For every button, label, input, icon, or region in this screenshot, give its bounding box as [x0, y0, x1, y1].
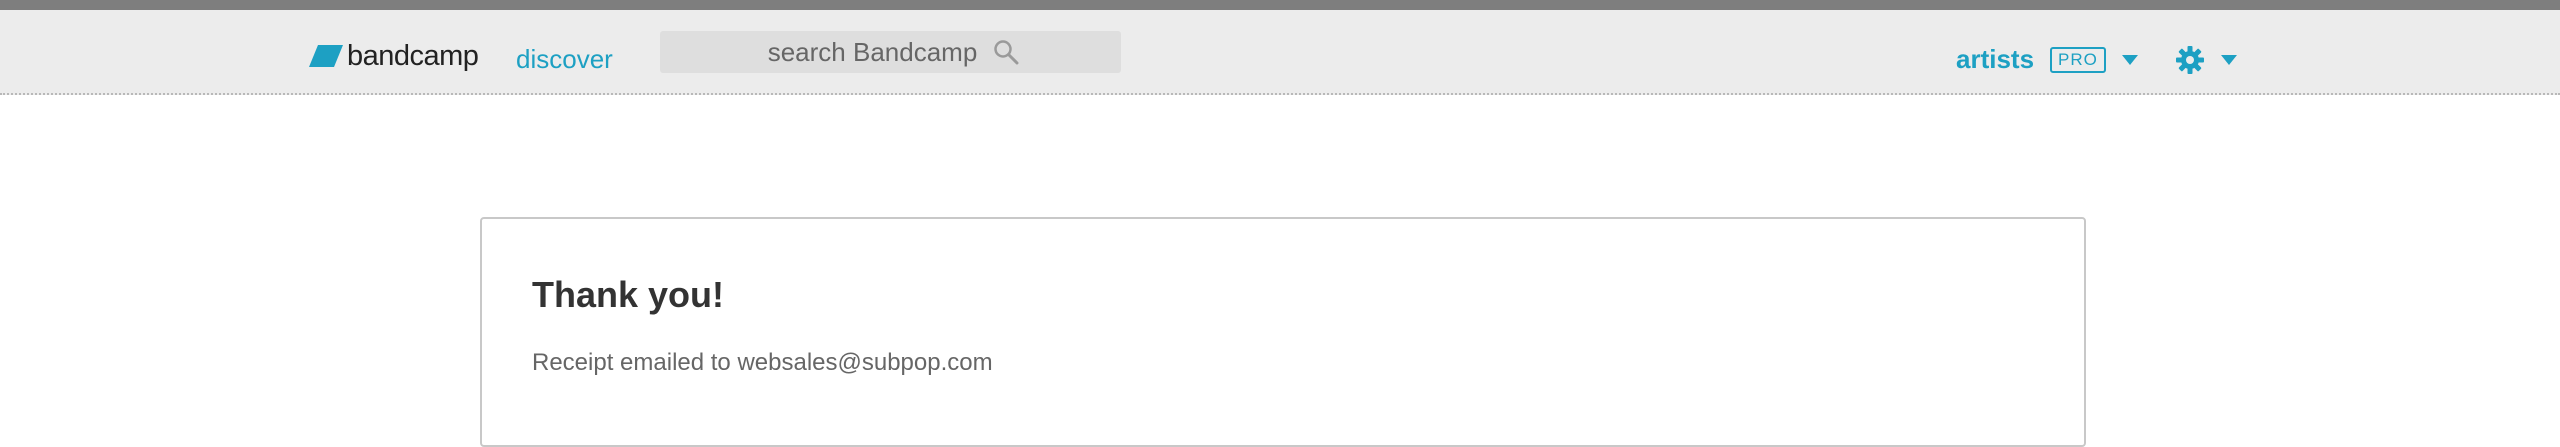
- logo-text: bandcamp: [347, 39, 479, 72]
- discover-link[interactable]: discover: [516, 44, 613, 75]
- receipt-message: Receipt emailed to websales@subpop.com: [532, 349, 993, 376]
- bandcamp-logo-icon: [309, 45, 343, 67]
- caret-down-icon: [2221, 55, 2237, 65]
- settings-menu[interactable]: [2175, 45, 2237, 75]
- page-title: Thank you!: [532, 274, 725, 315]
- caret-down-icon: [2121, 54, 2138, 65]
- search-input[interactable]: [762, 36, 983, 68]
- search-box[interactable]: [660, 31, 1121, 73]
- search-icon[interactable]: [993, 39, 1019, 65]
- bandcamp-logo[interactable]: bandcamp: [309, 38, 479, 74]
- thank-you-card: Thank you! Receipt emailed to websales@s…: [480, 217, 2086, 447]
- artists-menu[interactable]: artists PRO: [1956, 44, 2138, 75]
- top-strip: [0, 0, 2560, 10]
- artists-label: artists: [1956, 44, 2035, 74]
- site-header: bandcamp discover artists PRO: [0, 10, 2560, 95]
- pro-badge: PRO: [2050, 46, 2106, 73]
- gear-icon: [2176, 46, 2204, 74]
